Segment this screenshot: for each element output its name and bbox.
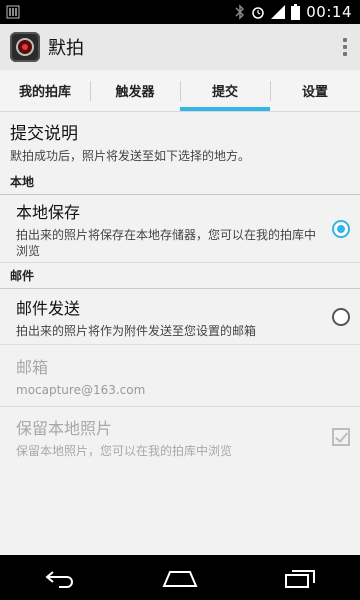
- local-save-title: 本地保存: [16, 202, 81, 222]
- pref-mailbox: 邮箱 mocapture@163.com: [0, 345, 360, 407]
- back-icon: [45, 570, 73, 588]
- overflow-menu-icon[interactable]: [330, 24, 360, 70]
- action-bar: 默拍: [0, 24, 360, 70]
- mail-send-title: 邮件发送: [16, 298, 81, 318]
- status-bar: 00:14: [0, 0, 360, 24]
- local-save-radio[interactable]: [332, 219, 350, 238]
- tab-bar: 我的拍库 触发器 提交 设置: [0, 70, 360, 112]
- category-local: 本地: [0, 169, 360, 195]
- intro-section: 提交说明 默拍成功后，照片将发送至如下选择的地方。: [0, 113, 360, 169]
- tab-settings[interactable]: 设置: [270, 70, 360, 111]
- mail-send-radio[interactable]: [332, 307, 350, 326]
- status-time: 00:14: [306, 3, 352, 21]
- alarm-icon: [252, 7, 265, 19]
- preferences-list: 提交说明 默拍成功后，照片将发送至如下选择的地方。 本地 本地保存 拍出来的照片…: [0, 113, 360, 555]
- notification-icon: [6, 5, 20, 19]
- intro-title: 提交说明: [10, 123, 78, 144]
- keep-local-title: 保留本地照片: [16, 419, 113, 438]
- category-mail: 邮件: [0, 263, 360, 289]
- keep-local-checkbox: [332, 428, 350, 446]
- tab-my-gallery[interactable]: 我的拍库: [0, 70, 90, 111]
- home-icon: [162, 570, 198, 587]
- mailbox-value: mocapture@163.com: [16, 382, 146, 397]
- recents-icon: [285, 569, 315, 588]
- pref-mail-send[interactable]: 邮件发送 拍出来的照片将作为附件发送至您设置的邮箱: [0, 289, 360, 345]
- pref-keep-local: 保留本地照片 保留本地照片，您可以在我的拍库中浏览: [0, 407, 360, 467]
- recents-button[interactable]: [270, 555, 330, 600]
- back-button[interactable]: [30, 555, 90, 600]
- keep-local-summary: 保留本地照片，您可以在我的拍库中浏览: [16, 444, 233, 458]
- tab-triggers[interactable]: 触发器: [90, 70, 180, 111]
- pref-local-save[interactable]: 本地保存 拍出来的照片将保存在本地存储器，您可以在我的拍库中浏览: [0, 195, 360, 263]
- intro-summary: 默拍成功后，照片将发送至如下选择的地方。: [10, 148, 251, 163]
- navigation-bar: [0, 555, 360, 600]
- home-button[interactable]: [150, 555, 210, 600]
- mailbox-title: 邮箱: [16, 357, 49, 377]
- local-save-summary: 拍出来的照片将保存在本地存储器，您可以在我的拍库中浏览: [16, 227, 317, 258]
- bluetooth-icon: [235, 4, 245, 20]
- mail-send-summary: 拍出来的照片将作为附件发送至您设置的邮箱: [16, 323, 257, 338]
- signal-icon: [271, 5, 286, 19]
- battery-icon: [291, 4, 301, 20]
- tab-submit[interactable]: 提交: [180, 70, 270, 111]
- camera-app-icon[interactable]: [10, 32, 40, 62]
- app-title: 默拍: [48, 38, 84, 59]
